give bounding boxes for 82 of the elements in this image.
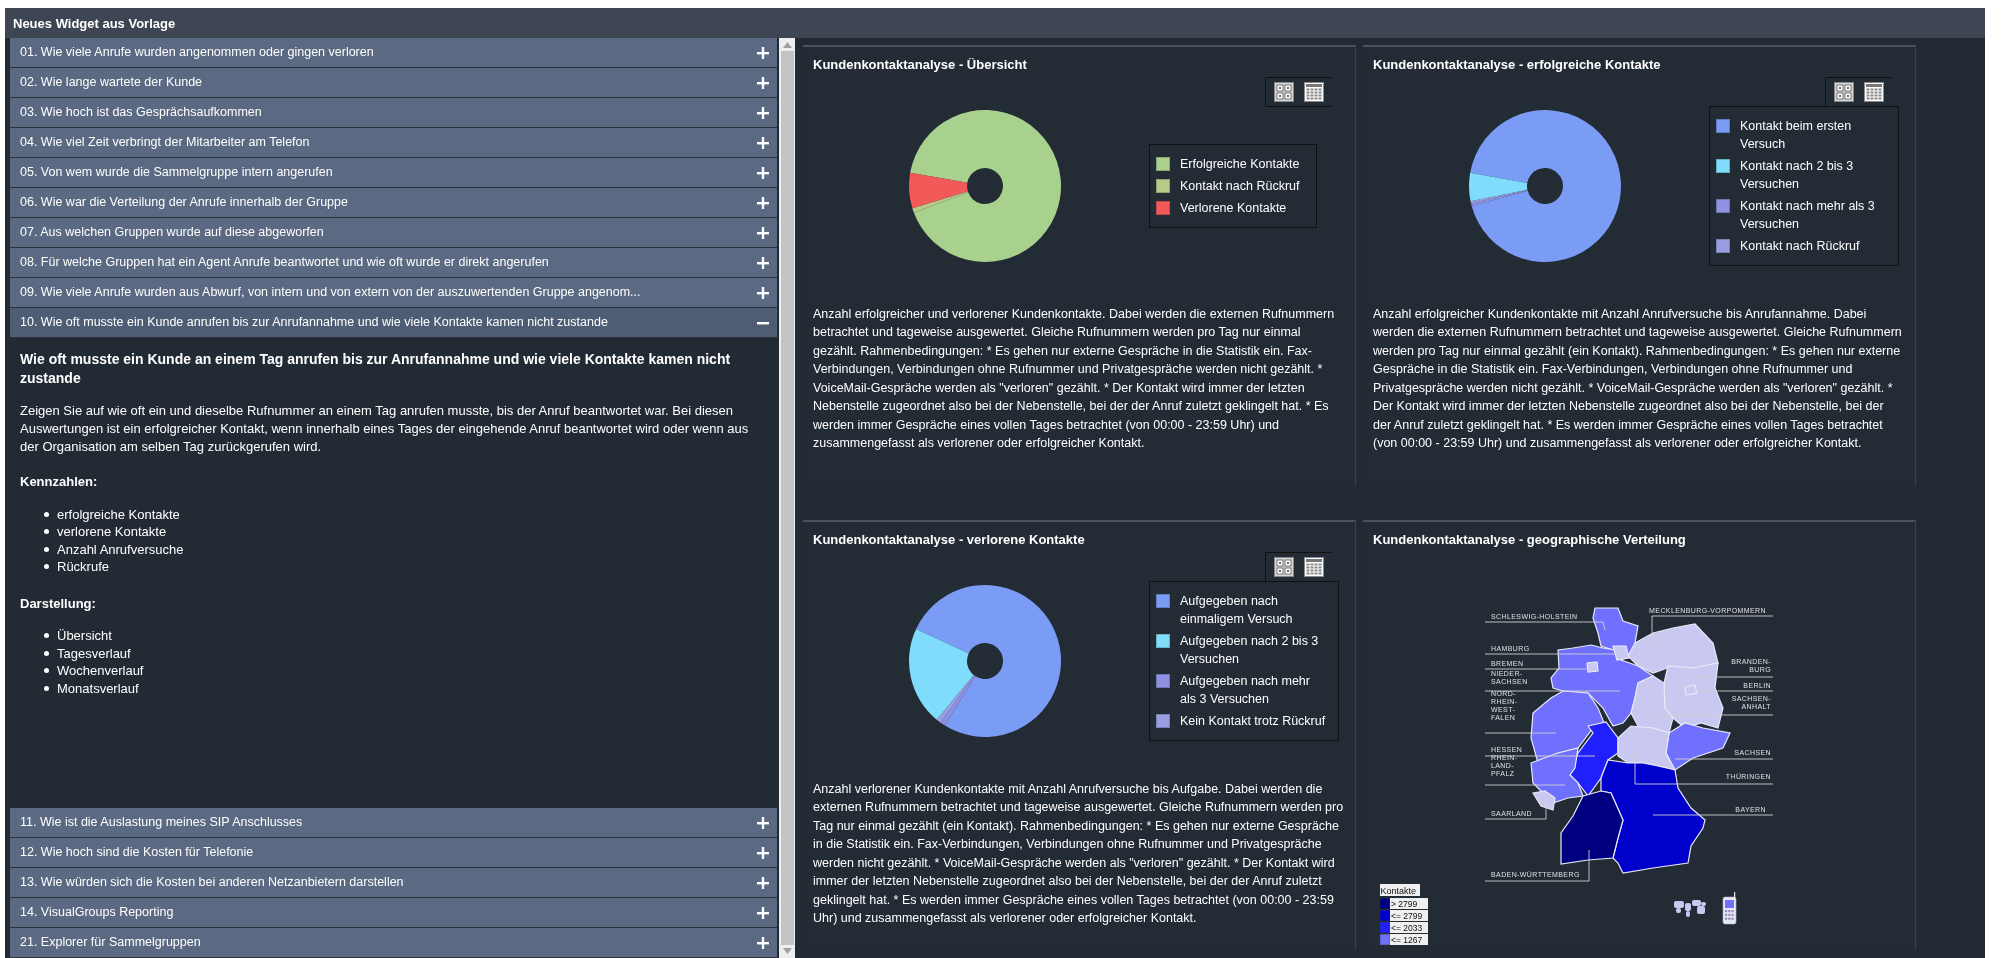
accordion-item[interactable]: 05. Von wem wurde die Sammelgruppe intern angerufen [10, 158, 777, 188]
detail-text: Zeigen Sie auf wie oft ein und dieselbe Rufnummer an einem Tag anrufen musste, bis der Anruf beantwortet war. Bei diesen Auswertungen ist ein erfolgreicher Kontakt, wenn innerhalb eines Tages der eingehende Anruf beantwortet wird oder wenn aus der Organisation am selben Tag zurückgerufen wird. [20, 402, 750, 456]
chart-description: Anzahl verlorener Kundenkontakte mit Anzahl Anrufversuche bis Aufgabe. Dabei werden die externen Rufnummern betrachtet und tageweise ausgewertet. Gleiche Rufnummern werden pro Tag nur einmal gezählt (ein Kontakt). Rahmenbedingungen: * Es gehen nur externe Gespräche in die Statistik ein. Fax-Verbindungen, Verbindungen ohne Rufnummer und Privatgespräche werden nicht gezählt. * VoiceMail-Gespräche werden als "verloren" gezählt. * Der Kontakt wird immer der letzten Nebenstelle zugeordnet also bei der Nebenstelle, bei der der Anruf zuletzt geklingelt hat. * Es werden immer Gespräche eines vollen Tages betrachtet (von 00:00 - 23:59 Uhr) und zusammengefasst als verlorener oder erfolgreicher Kontakt. [813, 780, 1345, 927]
chart-description: Anzahl erfolgreicher Kundenkontakte mit Anzahl Anrufversuche bis Anrufannahme. Dabei werden die externen Rufnummern betrachtet und tageweise ausgewertet. Gleiche Rufnummern werden pro Tag nur einmal gezählt (ein Kontakt). Rahmenbedingungen: * Es gehen nur externe Gespräche in die Statistik ein. Fax-Verbindungen, Verbindungen ohne Rufnummer und Privatgespräche werden nicht gezählt. * VoiceMail-Gespräche werden als "verloren" gezählt. * Der Kontakt wird immer der letzten Nebenstelle zugeordnet also bei der Nebenstelle, bei der der Anruf zuletzt geklingelt hat. * Es werden immer Gespräche eines vollen Tages betrachtet (von 00:00 - 23:59 Uhr) und zusammengefasst als verlorener oder erfolgreicher Kontakt. [1373, 305, 1903, 452]
list-item-text: erfolgreiche Kontakte [57, 505, 180, 523]
legend-label: <= 2033 [1390, 921, 1428, 933]
legend-label: Kontakt nach Rückruf [1740, 237, 1860, 255]
plus-icon[interactable] [757, 256, 769, 269]
legend-title: Kontakte [1380, 883, 1420, 896]
plus-icon[interactable] [757, 906, 769, 919]
chart-title: Kundenkontaktanalyse - Übersicht [813, 56, 1028, 74]
list-item-text: Rückrufe [57, 558, 110, 576]
leader-line [1484, 801, 1547, 819]
mobile-phone-icon[interactable] [1722, 891, 1737, 924]
bullet-icon [44, 511, 49, 517]
accordion-item[interactable]: 03. Wie hoch ist das Gesprächsaufkommen [10, 98, 777, 128]
plus-icon[interactable] [757, 846, 769, 859]
plus-icon[interactable] [757, 226, 769, 239]
accordion-item[interactable]: 13. Wie würden sich die Kosten bei anderen Netzanbietern darstellen [10, 868, 777, 898]
detail-heading: Wie oft musste ein Kunde an einem Tag anrufen bis zur Anrufannahme und wie viele Kontakte kamen nicht zustande [20, 350, 732, 388]
chart-title: Kundenkontaktanalyse - erfolgreiche Kontakte [1373, 56, 1662, 74]
plus-icon[interactable] [757, 136, 769, 149]
plus-icon[interactable] [757, 76, 769, 89]
plus-icon[interactable] [757, 46, 769, 59]
legend-label: Kontakt nach 2 bis 3 Versuchen [1740, 157, 1855, 193]
plus-icon[interactable] [757, 816, 769, 829]
accordion-item[interactable]: 04. Wie viel Zeit verbringt der Mitarbeiter am Telefon [10, 128, 777, 158]
accordion-item[interactable]: 12. Wie hoch sind die Kosten für Telefonie [10, 838, 777, 868]
bullet-icon [44, 529, 49, 535]
list-item-text: Tagesverlauf [57, 644, 131, 662]
legend-label: <= 1267 [1390, 933, 1428, 945]
accordion-item[interactable]: 07. Aus welchen Gruppen wurde auf diese abgeworfen [10, 218, 777, 248]
accordion-item[interactable]: 01. Wie viele Anrufe wurden angenommen oder gingen verloren [10, 38, 777, 68]
section-heading: Kennzahlen: [20, 473, 99, 491]
plus-icon[interactable] [757, 936, 769, 949]
list-item-text: Übersicht [57, 627, 112, 645]
bullet-icon [44, 685, 49, 691]
accordion-item[interactable]: 09. Wie viele Anrufe wurden aus Abwurf, von intern und von extern von der auszuwertenden Gruppe angenom... [10, 278, 777, 308]
legend-label: Kontakt beim ersten Versuch [1740, 117, 1853, 153]
accordion-item[interactable]: 21. Explorer für Sammelgruppen [10, 928, 777, 958]
chart-title: Kundenkontaktanalyse - geographische Verteilung [1373, 531, 1687, 549]
legend-label: <= 2799 [1390, 909, 1428, 921]
world-map-icon[interactable] [1674, 899, 1706, 917]
legend-label: Kontakt nach mehr als 3 Versuchen [1740, 197, 1876, 233]
accordion-item[interactable]: 06. Wie war die Verteilung der Anrufe innerhalb der Gruppe [10, 188, 777, 218]
plus-icon[interactable] [757, 166, 769, 179]
chart-title: Kundenkontaktanalyse - verlorene Kontakte [813, 531, 1086, 549]
accordion-item[interactable]: 08. Für welche Gruppen hat ein Agent Anrufe beantwortet und wie oft wurde er direkt angerufen [10, 248, 777, 278]
legend-label: Aufgegeben nach einmaligem Versuch [1180, 592, 1294, 628]
legend-label: Aufgegeben nach mehr als 3 Versuchen [1180, 672, 1311, 708]
accordion-item[interactable]: 10. Wie oft musste ein Kunde anrufen bis zur Anrufannahme und wie viele Kontakte kamen nicht zustande [10, 308, 777, 338]
list-item-text: verlorene Kontakte [57, 523, 167, 541]
bullet-icon [44, 564, 49, 570]
bullet-icon [44, 546, 49, 552]
section-heading: Darstellung: [20, 594, 97, 613]
list-item-text: Monatsverlauf [57, 679, 139, 697]
plus-icon[interactable] [757, 286, 769, 299]
list-item-text: Wochenverlauf [57, 662, 144, 680]
grid-icon[interactable] [1274, 557, 1294, 577]
legend-label: Aufgegeben nach 2 bis 3 Versuchen [1180, 632, 1320, 668]
legend-label: Kein Kontakt trotz Rückruf [1180, 712, 1326, 730]
legend-label: Kontakt nach Rückruf [1180, 177, 1300, 195]
accordion-item[interactable]: 11. Wie ist die Auslastung meines SIP Anschlusses [10, 808, 777, 838]
accordion-item[interactable]: 14. VisualGroups Reporting [10, 898, 777, 928]
table-icon[interactable] [1304, 82, 1324, 102]
bullet-icon [44, 668, 49, 674]
plus-icon[interactable] [757, 876, 769, 889]
widget-title: Neues Widget aus Vorlage [5, 8, 1985, 38]
plus-icon[interactable] [757, 196, 769, 209]
grid-icon[interactable] [1274, 82, 1294, 102]
legend-label: Verlorene Kontakte [1180, 199, 1287, 217]
accordion-item[interactable]: 02. Wie lange wartete der Kunde [10, 68, 777, 98]
legend-label: > 2799 [1390, 897, 1428, 909]
legend-label: Erfolgreiche Kontakte [1180, 155, 1300, 173]
bullet-icon [44, 633, 49, 639]
bullet-icon [44, 650, 49, 656]
plus-icon[interactable] [757, 106, 769, 119]
grid-icon[interactable] [1834, 82, 1854, 102]
table-icon[interactable] [1864, 82, 1884, 102]
table-icon[interactable] [1304, 557, 1324, 577]
chart-description: Anzahl erfolgreicher und verlorener Kundenkontakte. Dabei werden die externen Rufnummern betrachtet und tageweise ausgewertet. Gleiche Rufnummern werden pro Tag nur einmal gezählt. Rahmenbedingungen: * Es gehen nur externe Gespräche in die Statistik ein. Fax-Verbindungen, Verbindungen ohne Rufnummer und Privatgespräche werden nicht gezählt. * VoiceMail-Gespräche werden als "verloren" gezählt. * Der Kontakt wird immer der letzten Nebenstelle zugeordnet also bei der Nebenstelle, bei der der Anruf zuletzt geklingelt hat. * Es werden immer Gespräche eines vollen Tages betrachtet (von 00:00 - 23:59 Uhr) und zusammengefasst als verlorener oder erfolgreicher Kontakt. [813, 305, 1336, 452]
list-item-text: Anzahl Anrufversuche [57, 540, 184, 558]
